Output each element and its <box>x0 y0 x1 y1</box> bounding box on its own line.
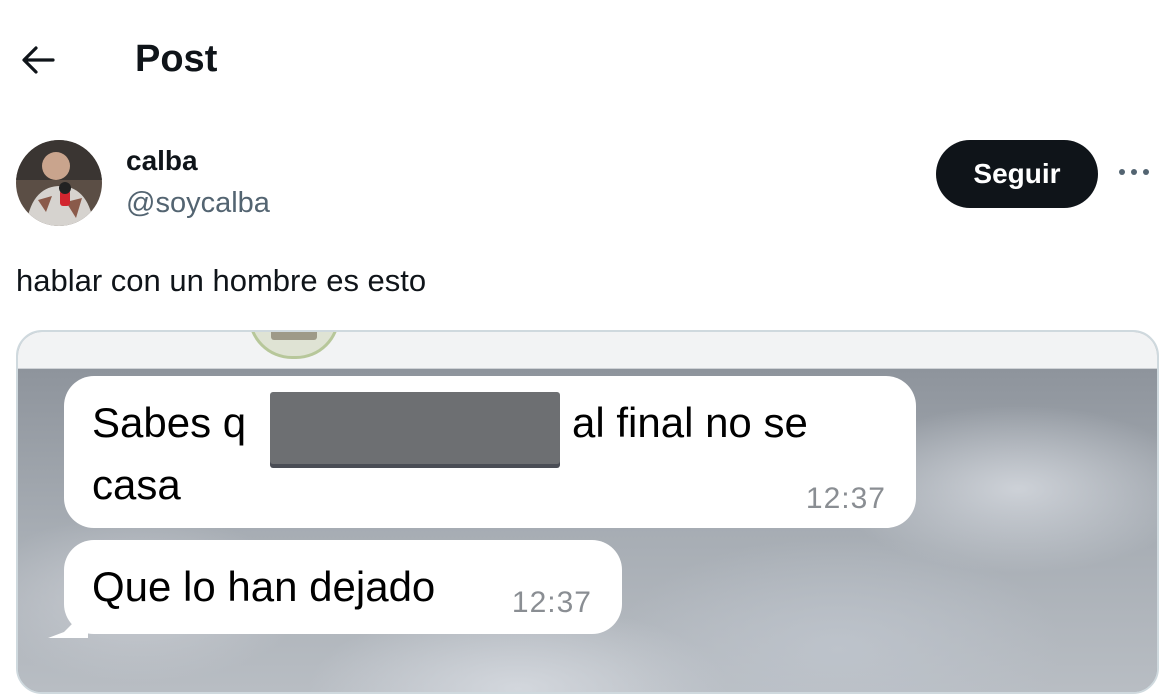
author-handle[interactable]: @soycalba <box>126 186 270 220</box>
message-text: Que lo han dejado <box>92 563 436 610</box>
message-text-end: al final no se <box>572 399 808 446</box>
chat-bubble-1: Sabes q al final no se casa 12:37 <box>64 376 916 528</box>
back-button[interactable] <box>14 40 62 80</box>
follow-button[interactable]: Seguir <box>936 140 1098 208</box>
page-title: Post <box>135 38 218 80</box>
top-bar: Post <box>0 0 1173 120</box>
more-horizontal-icon <box>1119 169 1149 175</box>
avatar-image <box>16 140 102 226</box>
message-text-start: Sabes q <box>92 399 247 446</box>
arrow-left-icon <box>22 46 55 74</box>
post-text: hablar con un hombre es esto <box>16 263 427 298</box>
chat-bubble-2: Que lo han dejado 12:37 <box>64 540 622 634</box>
redaction-box <box>270 392 560 464</box>
message-time: 12:37 <box>511 586 592 619</box>
more-options-button[interactable] <box>1114 152 1154 192</box>
post-author: calba @soycalba Seguir <box>16 138 1157 228</box>
message-time: 12:37 <box>805 482 886 515</box>
message-text-line2: casa <box>92 461 181 508</box>
avatar[interactable] <box>16 140 102 226</box>
author-name[interactable]: calba <box>126 144 198 178</box>
chat-header-strip <box>18 332 1157 369</box>
post-media-image[interactable]: Sabes q al final no se casa 12:37 Que lo… <box>16 330 1159 694</box>
chat-avatar <box>248 332 340 359</box>
